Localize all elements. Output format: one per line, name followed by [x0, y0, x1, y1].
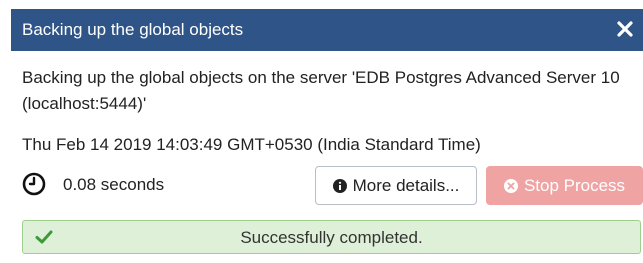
dialog-title: Backing up the global objects [22, 20, 244, 39]
more-details-label: More details... [352, 175, 460, 195]
info-icon [332, 178, 347, 193]
clock-icon [22, 172, 46, 196]
success-alert: Successfully completed. [22, 220, 641, 254]
dialog-titlebar: Backing up the global objects [11, 9, 643, 51]
stop-process-button[interactable]: Stop Process [486, 166, 643, 205]
backup-message: Backing up the global objects on the ser… [22, 68, 620, 113]
more-details-button[interactable]: More details... [315, 166, 477, 205]
elapsed-time: 0.08 seconds [63, 175, 165, 194]
stop-process-label: Stop Process [523, 175, 626, 195]
success-message: Successfully completed. [240, 228, 423, 247]
start-timestamp: Thu Feb 14 2019 14:03:49 GMT+0530 (India… [22, 135, 481, 154]
close-icon[interactable] [615, 19, 635, 39]
backup-dialog: Backing up the global objects Backing up… [11, 9, 643, 263]
times-circle-icon [503, 178, 518, 193]
